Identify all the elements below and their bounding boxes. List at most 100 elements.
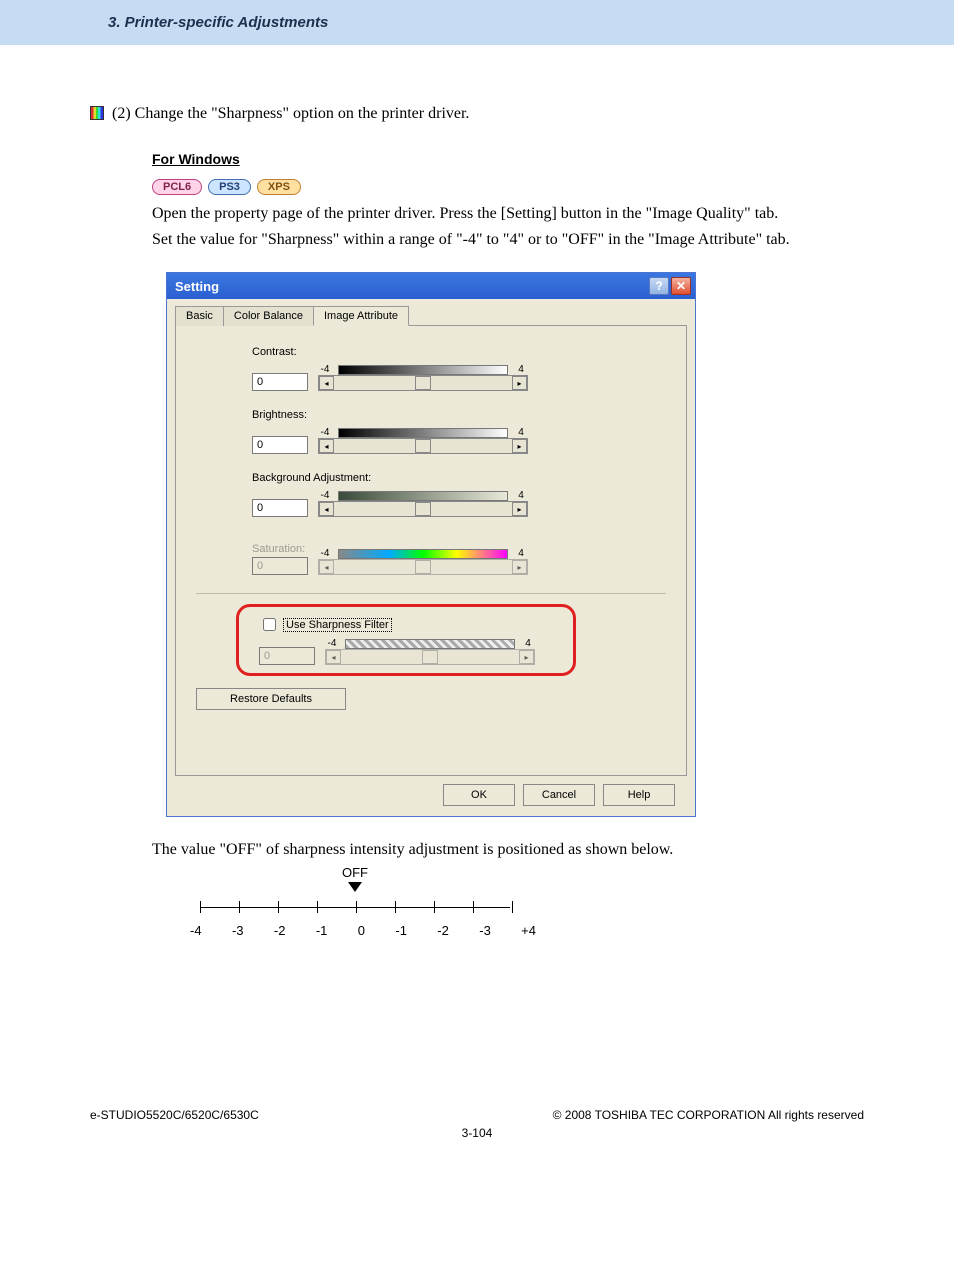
after-dialog-text: The value "OFF" of sharpness intensity a…	[152, 841, 864, 859]
scale-off-label: OFF	[342, 865, 368, 880]
sharpness-dec: ◂	[326, 650, 341, 664]
sharpness-slider: -4 4 ◂ ▸	[325, 638, 535, 665]
driver-badges: PCL6 PS3 XPS	[152, 177, 864, 195]
contrast-thumb[interactable]	[415, 376, 431, 390]
background-dec[interactable]: ◂	[319, 502, 334, 516]
sharpness-min: -4	[325, 638, 339, 649]
scale-off-label-wrap: OFF	[195, 865, 515, 895]
contrast-inc[interactable]: ▸	[512, 376, 527, 390]
tab-color-balance[interactable]: Color Balance	[223, 306, 314, 326]
step-text: (2) Change the "Sharpness" option on the…	[112, 105, 469, 122]
titlebar-close-button[interactable]: ✕	[671, 277, 691, 295]
saturation-track: ◂ ▸	[318, 559, 528, 575]
background-row: -4 4 ◂ ▸	[252, 490, 666, 517]
contrast-slider: -4 4 ◂ ▸	[318, 364, 528, 391]
tick-3: -1	[316, 923, 328, 938]
badge-pcl6: PCL6	[152, 179, 202, 195]
use-sharpness-checkbox[interactable]	[263, 618, 276, 631]
background-inc[interactable]: ▸	[512, 502, 527, 516]
background-min: -4	[318, 490, 332, 501]
tab-image-attribute[interactable]: Image Attribute	[313, 306, 409, 326]
tick-2: -2	[274, 923, 286, 938]
background-slider: -4 4 ◂ ▸	[318, 490, 528, 517]
badge-xps: XPS	[257, 179, 301, 195]
brightness-gradient	[338, 428, 508, 438]
sharpness-input	[259, 647, 315, 665]
saturation-dec: ◂	[319, 560, 334, 574]
footer-page: 3-104	[0, 1126, 954, 1140]
section-title: 3. Printer-specific Adjustments	[108, 14, 328, 31]
contrast-input[interactable]	[252, 373, 308, 391]
page-footer: e-STUDIO5520C/6520C/6530C © 2008 TOSHIBA…	[0, 1108, 954, 1122]
scale-tick-labels: -4 -3 -2 -1 0 -1 -2 -3 +4	[190, 923, 536, 938]
brightness-dec[interactable]: ◂	[319, 439, 334, 453]
dialog-titlebar: Setting ? ✕	[167, 273, 695, 299]
brightness-slider: -4 4 ◂ ▸	[318, 427, 528, 454]
brightness-label: Brightness:	[252, 409, 666, 421]
separator	[196, 593, 666, 594]
sharpness-max: 4	[521, 638, 535, 649]
sharpness-highlight: Use Sharpness Filter -4 4 ◂	[236, 604, 576, 676]
saturation-max: 4	[514, 548, 528, 559]
tab-strip: Basic Color Balance Image Attribute	[175, 305, 687, 326]
sharpness-thumb	[422, 650, 438, 664]
tab-panel: Contrast: -4 4 ◂ ▸	[175, 326, 687, 776]
brightness-row: -4 4 ◂ ▸	[252, 427, 666, 454]
instruction-line-2: Set the value for "Sharpness" within a r…	[152, 227, 864, 253]
background-track[interactable]: ◂ ▸	[318, 501, 528, 517]
sharpness-gradient	[345, 639, 515, 649]
setting-dialog: Setting ? ✕ Basic Color Balance Image At…	[166, 272, 696, 817]
ok-button[interactable]: OK	[443, 784, 515, 806]
brightness-input[interactable]	[252, 436, 308, 454]
background-thumb[interactable]	[415, 502, 431, 516]
background-max: 4	[514, 490, 528, 501]
contrast-dec[interactable]: ◂	[319, 376, 334, 390]
background-gradient	[338, 491, 508, 501]
dialog-buttons: OK Cancel Help	[175, 776, 687, 806]
tick-7: -3	[479, 923, 491, 938]
dialog-body: Basic Color Balance Image Attribute Cont…	[167, 299, 695, 816]
footer-right: © 2008 TOSHIBA TEC CORPORATION All right…	[553, 1108, 864, 1122]
restore-defaults-button[interactable]: Restore Defaults	[196, 688, 346, 710]
saturation-thumb	[415, 560, 431, 574]
contrast-track[interactable]: ◂ ▸	[318, 375, 528, 391]
page-header: 3. Printer-specific Adjustments	[0, 0, 954, 45]
instruction-line-1: Open the property page of the printer dr…	[152, 201, 864, 227]
sharpness-row: -4 4 ◂ ▸	[259, 638, 563, 665]
contrast-label: Contrast:	[252, 346, 666, 358]
brightness-thumb[interactable]	[415, 439, 431, 453]
tick-8: +4	[521, 923, 536, 938]
brightness-track[interactable]: ◂ ▸	[318, 438, 528, 454]
saturation-input	[252, 557, 308, 575]
tick-0: -4	[190, 923, 202, 938]
tick-5: -1	[395, 923, 407, 938]
dialog-title: Setting	[175, 279, 219, 294]
saturation-slider: -4 4 ◂ ▸	[318, 548, 528, 575]
help-button[interactable]: Help	[603, 784, 675, 806]
sharpness-inc: ▸	[519, 650, 534, 664]
saturation-row: Saturation: -4 4 ◂ ▸	[252, 543, 666, 575]
saturation-inc: ▸	[512, 560, 527, 574]
background-label: Background Adjustment:	[252, 472, 666, 484]
saturation-label: Saturation:	[252, 543, 308, 555]
tick-1: -3	[232, 923, 244, 938]
tick-6: -2	[437, 923, 449, 938]
down-triangle-icon	[348, 882, 362, 892]
tab-basic[interactable]: Basic	[175, 306, 224, 326]
off-scale-diagram: OFF -4 -3 -2 -1 0 -1 -2 -3 +4	[190, 865, 864, 938]
badge-ps3: PS3	[208, 179, 251, 195]
saturation-min: -4	[318, 548, 332, 559]
contrast-max: 4	[514, 364, 528, 375]
for-windows-heading: For Windows	[152, 151, 864, 167]
step-line: (2) Change the "Sharpness" option on the…	[90, 105, 864, 123]
saturation-gradient	[338, 549, 508, 559]
cancel-button[interactable]: Cancel	[523, 784, 595, 806]
contrast-row: -4 4 ◂ ▸	[252, 364, 666, 391]
background-input[interactable]	[252, 499, 308, 517]
rainbow-icon	[90, 106, 104, 120]
scale-axis	[190, 897, 520, 923]
sharpness-checkbox-row: Use Sharpness Filter	[259, 615, 563, 634]
sharpness-track: ◂ ▸	[325, 649, 535, 665]
brightness-inc[interactable]: ▸	[512, 439, 527, 453]
titlebar-help-button[interactable]: ?	[649, 277, 669, 295]
